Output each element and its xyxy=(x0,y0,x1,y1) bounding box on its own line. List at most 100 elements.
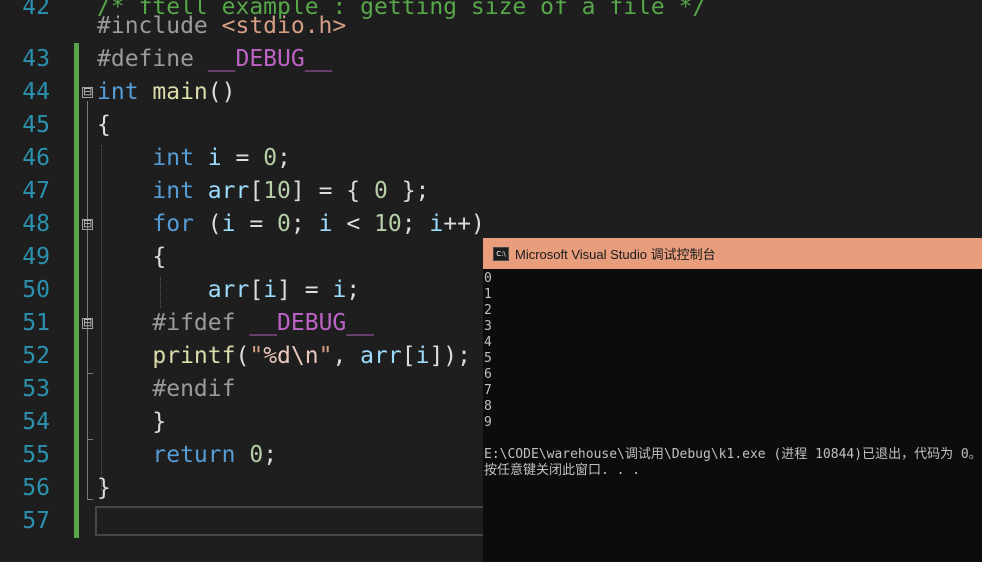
console-output-line: 3 xyxy=(484,319,492,334)
collapse-for-icon[interactable]: ⊟ xyxy=(82,218,93,230)
line-number: 46 xyxy=(22,145,50,171)
code-token: arr xyxy=(207,178,250,204)
code-token: { xyxy=(97,112,111,138)
console-output-line: 9 xyxy=(484,415,492,430)
code-token: #ifdef xyxy=(152,310,250,336)
line-number: 51 xyxy=(22,310,50,336)
console-output-line: 4 xyxy=(484,335,492,350)
code-token: __DEBUG__ xyxy=(207,46,333,72)
outline-end-tick xyxy=(87,499,93,500)
code-token: () xyxy=(207,79,236,105)
line-number: 45 xyxy=(22,112,50,138)
code-token: printf xyxy=(152,343,236,369)
code-line[interactable]: { xyxy=(97,109,111,142)
code-token: ] = { xyxy=(290,178,374,204)
code-token: int xyxy=(97,79,153,105)
line-number: 54 xyxy=(22,409,50,435)
code-token: ++) xyxy=(443,211,485,237)
code-line[interactable]: for (i = 0; i < 10; i++) xyxy=(97,208,485,241)
code-token: i xyxy=(207,145,222,171)
console-output-line: 7 xyxy=(484,383,492,398)
code-token: i xyxy=(429,211,444,237)
code-line[interactable]: int arr[10] = { 0 }; xyxy=(97,175,429,208)
line-number: 50 xyxy=(22,277,50,303)
line-number: 44 xyxy=(22,79,50,105)
line-number: 56 xyxy=(22,475,50,501)
line-number: 47 xyxy=(22,178,50,204)
code-token: 0 xyxy=(249,442,264,468)
code-token: ( xyxy=(193,211,222,237)
code-token: __DEBUG__ xyxy=(249,310,374,336)
code-line[interactable]: int main() xyxy=(97,76,235,109)
collapse-main-icon[interactable]: ⊟ xyxy=(82,86,93,98)
code-token: arr xyxy=(360,343,402,369)
code-line[interactable]: arr[i] = i; xyxy=(97,274,360,307)
code-line[interactable]: } xyxy=(97,406,166,439)
code-token: ( xyxy=(235,343,250,369)
code-token: } xyxy=(97,475,111,501)
code-token: int xyxy=(152,178,208,204)
code-token: i xyxy=(221,211,236,237)
code-line[interactable]: int i = 0; xyxy=(97,142,291,175)
code-token: = xyxy=(235,211,278,237)
console-output-line: 2 xyxy=(484,303,492,318)
outline-end-tick xyxy=(87,373,93,374)
console-output-line: 0 xyxy=(484,271,492,286)
code-token: return xyxy=(152,442,236,468)
line-number: 57 xyxy=(22,508,50,534)
code-token: for xyxy=(152,211,194,237)
line-number: 43 xyxy=(22,46,50,72)
collapse-ifdef-icon[interactable]: ⊟ xyxy=(82,317,93,329)
code-token: arr xyxy=(207,277,250,303)
line-number: 53 xyxy=(22,376,50,402)
code-token: } xyxy=(97,409,167,435)
code-line[interactable]: #ifdef __DEBUG__ xyxy=(97,307,374,340)
line-number: 49 xyxy=(22,244,50,270)
code-token: ] = xyxy=(277,277,333,303)
line-number: 55 xyxy=(22,442,50,468)
code-token: , xyxy=(332,343,361,369)
code-token: ]); xyxy=(429,343,471,369)
code-line[interactable]: printf("%d\n", arr[i]); xyxy=(97,340,471,373)
console-titlebar[interactable]: C:\ Microsoft Visual Studio 调试控制台 xyxy=(483,238,982,269)
code-token: " xyxy=(318,343,333,369)
code-token: i xyxy=(263,277,278,303)
code-line[interactable]: #include <stdio.h> xyxy=(97,10,346,43)
code-line[interactable]: { xyxy=(97,241,166,274)
change-indicator-bar xyxy=(74,43,79,538)
code-token: " xyxy=(249,343,264,369)
code-token: i xyxy=(332,277,347,303)
code-token: ; xyxy=(346,277,361,303)
code-token: #include xyxy=(97,13,222,39)
code-token: = xyxy=(221,145,264,171)
code-token: [ xyxy=(249,178,264,204)
console-output-line: 8 xyxy=(484,399,492,414)
code-token: int xyxy=(152,145,208,171)
code-token: \n xyxy=(290,343,319,369)
code-token: 0 xyxy=(373,178,388,204)
code-token: 0 xyxy=(277,211,291,237)
console-output-line: 6 xyxy=(484,367,492,382)
code-line[interactable]: #define __DEBUG__ xyxy=(97,43,332,76)
debug-console-window[interactable]: C:\ Microsoft Visual Studio 调试控制台 0 1 2 … xyxy=(483,238,982,562)
code-token: %d xyxy=(263,343,291,369)
code-line[interactable]: } xyxy=(97,472,111,505)
console-output-line: 5 xyxy=(484,351,492,366)
code-line[interactable]: return 0; xyxy=(97,439,277,472)
code-token: < xyxy=(332,211,375,237)
code-token: ; xyxy=(263,442,278,468)
code-token: i xyxy=(415,343,430,369)
console-output[interactable]: 0 1 2 3 4 5 6 7 8 9 E:\CODE\warehouse\调试… xyxy=(483,271,982,562)
console-output-line: E:\CODE\warehouse\调试用\Debug\k1.exe (进程 1… xyxy=(484,447,982,462)
code-token: <stdio.h> xyxy=(221,13,347,39)
current-line-highlight xyxy=(95,506,495,536)
code-line[interactable]: #endif xyxy=(97,373,235,406)
